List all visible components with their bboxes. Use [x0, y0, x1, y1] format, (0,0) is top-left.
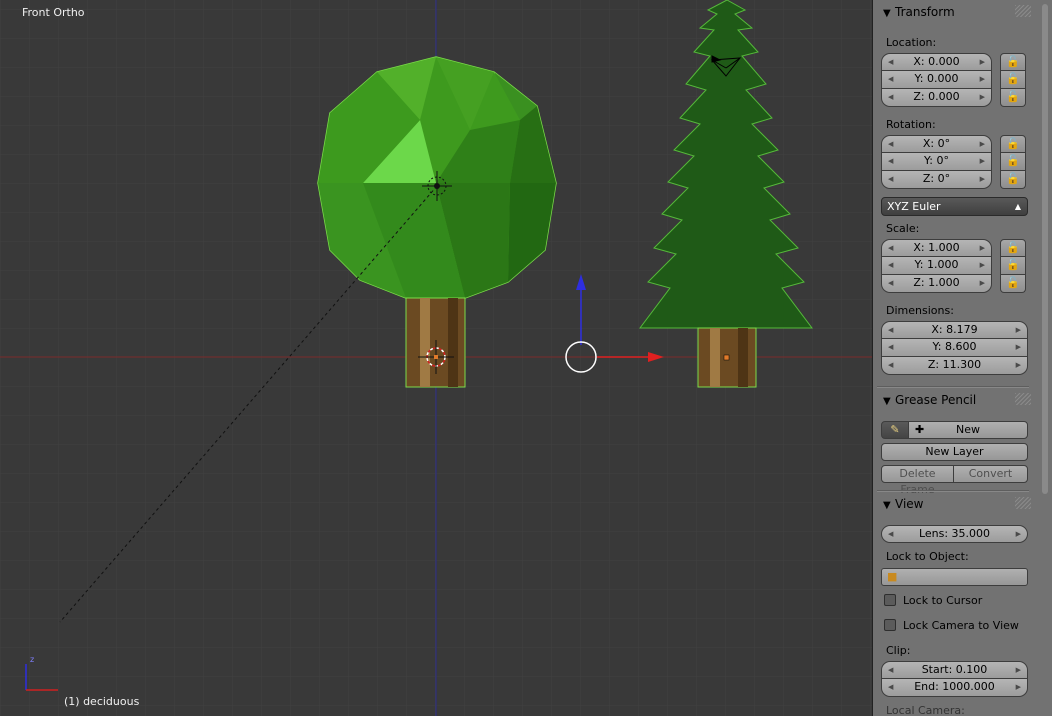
rotation-x-field[interactable]: ◀ X: 0° ▶: [881, 135, 992, 153]
panel-grip-icon[interactable]: [1015, 393, 1031, 405]
3d-viewport[interactable]: Front Ortho z (1) deciduous: [0, 0, 872, 716]
axis-z-label: z: [30, 655, 35, 664]
lock-to-object-label: Lock to Object:: [886, 550, 969, 563]
lock-scale-z-icon[interactable]: 🔓: [1000, 275, 1026, 293]
transform-title: Transform: [895, 5, 955, 19]
lock-camera-to-view-checkbox[interactable]: [884, 619, 896, 631]
lens-field[interactable]: ◀ Lens: 35.000 ▶: [881, 525, 1028, 543]
rotation-y-field[interactable]: ◀ Y: 0° ▶: [881, 153, 992, 171]
clip-end-field[interactable]: ◀ End: 1000.000 ▶: [881, 679, 1028, 697]
view-header[interactable]: ▼ View: [877, 494, 1033, 514]
lock-to-cursor-label: Lock to Cursor: [903, 594, 983, 607]
convert-button[interactable]: Convert: [953, 465, 1028, 483]
scale-z-field[interactable]: ◀ Z: 1.000 ▶: [881, 275, 992, 293]
scale-label: Scale:: [886, 222, 920, 235]
panel-scrollbar[interactable]: [1042, 4, 1048, 494]
scale-x-field[interactable]: ◀ X: 1.000 ▶: [881, 239, 992, 257]
grease-pencil-header[interactable]: ▼ Grease Pencil: [877, 390, 1033, 410]
collapse-triangle-icon[interactable]: ▼: [883, 4, 895, 24]
view-name-label: Front Ortho: [22, 6, 85, 19]
dimensions-y-field[interactable]: ◀ Y: 8.600 ▶: [881, 339, 1028, 357]
transform-header[interactable]: ▼ Transform: [877, 2, 1033, 22]
clip-start-field[interactable]: ◀ Start: 0.100 ▶: [881, 661, 1028, 679]
plus-icon: ✚: [915, 423, 925, 436]
section-divider: [877, 490, 1029, 492]
collapse-triangle-icon[interactable]: ▼: [883, 496, 895, 516]
lock-location-z-icon[interactable]: 🔓: [1000, 89, 1026, 107]
dropdown-arrows-icon: ▲: [1014, 202, 1021, 211]
pencil-icon[interactable]: ✎: [881, 421, 909, 439]
lock-location-x-icon[interactable]: 🔓: [1000, 53, 1026, 71]
active-object-label: (1) deciduous: [64, 695, 140, 708]
dimensions-z-field[interactable]: ◀ Z: 11.300 ▶: [881, 357, 1028, 375]
viewport-canvas[interactable]: [0, 0, 872, 716]
lock-camera-to-view-label: Lock Camera to View: [903, 619, 1019, 632]
object-cube-icon: ■: [887, 570, 898, 583]
location-x-field[interactable]: ◀ X: 0.000 ▶: [881, 53, 992, 71]
grease-pencil-new-button[interactable]: ✚ New: [908, 421, 1028, 439]
collapse-triangle-icon[interactable]: ▼: [883, 392, 895, 412]
lock-location-y-icon[interactable]: 🔓: [1000, 71, 1026, 89]
view-title: View: [895, 497, 924, 511]
location-y-field[interactable]: ◀ Y: 0.000 ▶: [881, 71, 992, 89]
lock-to-cursor-checkbox[interactable]: [884, 594, 896, 606]
location-z-field[interactable]: ◀ Z: 0.000 ▶: [881, 89, 992, 107]
grease-pencil-title: Grease Pencil: [895, 393, 977, 407]
panel-grip-icon[interactable]: [1015, 5, 1031, 17]
lock-scale-y-icon[interactable]: 🔓: [1000, 257, 1026, 275]
location-label: Location:: [886, 36, 937, 49]
panel-grip-icon[interactable]: [1015, 497, 1031, 509]
clip-label: Clip:: [886, 644, 911, 657]
new-layer-button[interactable]: New Layer: [881, 443, 1028, 461]
properties-panel[interactable]: ▼ Transform Location: ◀ X: 0.000 ▶ ◀ Y: 0.00…: [872, 0, 1052, 716]
lock-scale-x-icon[interactable]: 🔓: [1000, 239, 1026, 257]
lock-rotation-y-icon[interactable]: 🔓: [1000, 153, 1026, 171]
section-divider: [877, 386, 1029, 388]
scale-y-field[interactable]: ◀ Y: 1.000 ▶: [881, 257, 992, 275]
lock-rotation-x-icon[interactable]: 🔓: [1000, 135, 1026, 153]
dimensions-label: Dimensions:: [886, 304, 954, 317]
rotation-z-field[interactable]: ◀ Z: 0° ▶: [881, 171, 992, 189]
rotation-mode-dropdown[interactable]: XYZ Euler ▲: [881, 197, 1028, 216]
local-camera-label: Local Camera:: [886, 704, 965, 716]
lock-rotation-z-icon[interactable]: 🔓: [1000, 171, 1026, 189]
delete-frame-button[interactable]: Delete Frame: [881, 465, 954, 496]
dimensions-x-field[interactable]: ◀ X: 8.179 ▶: [881, 321, 1028, 339]
rotation-label: Rotation:: [886, 118, 936, 131]
lock-to-object-field[interactable]: ■: [881, 568, 1028, 586]
